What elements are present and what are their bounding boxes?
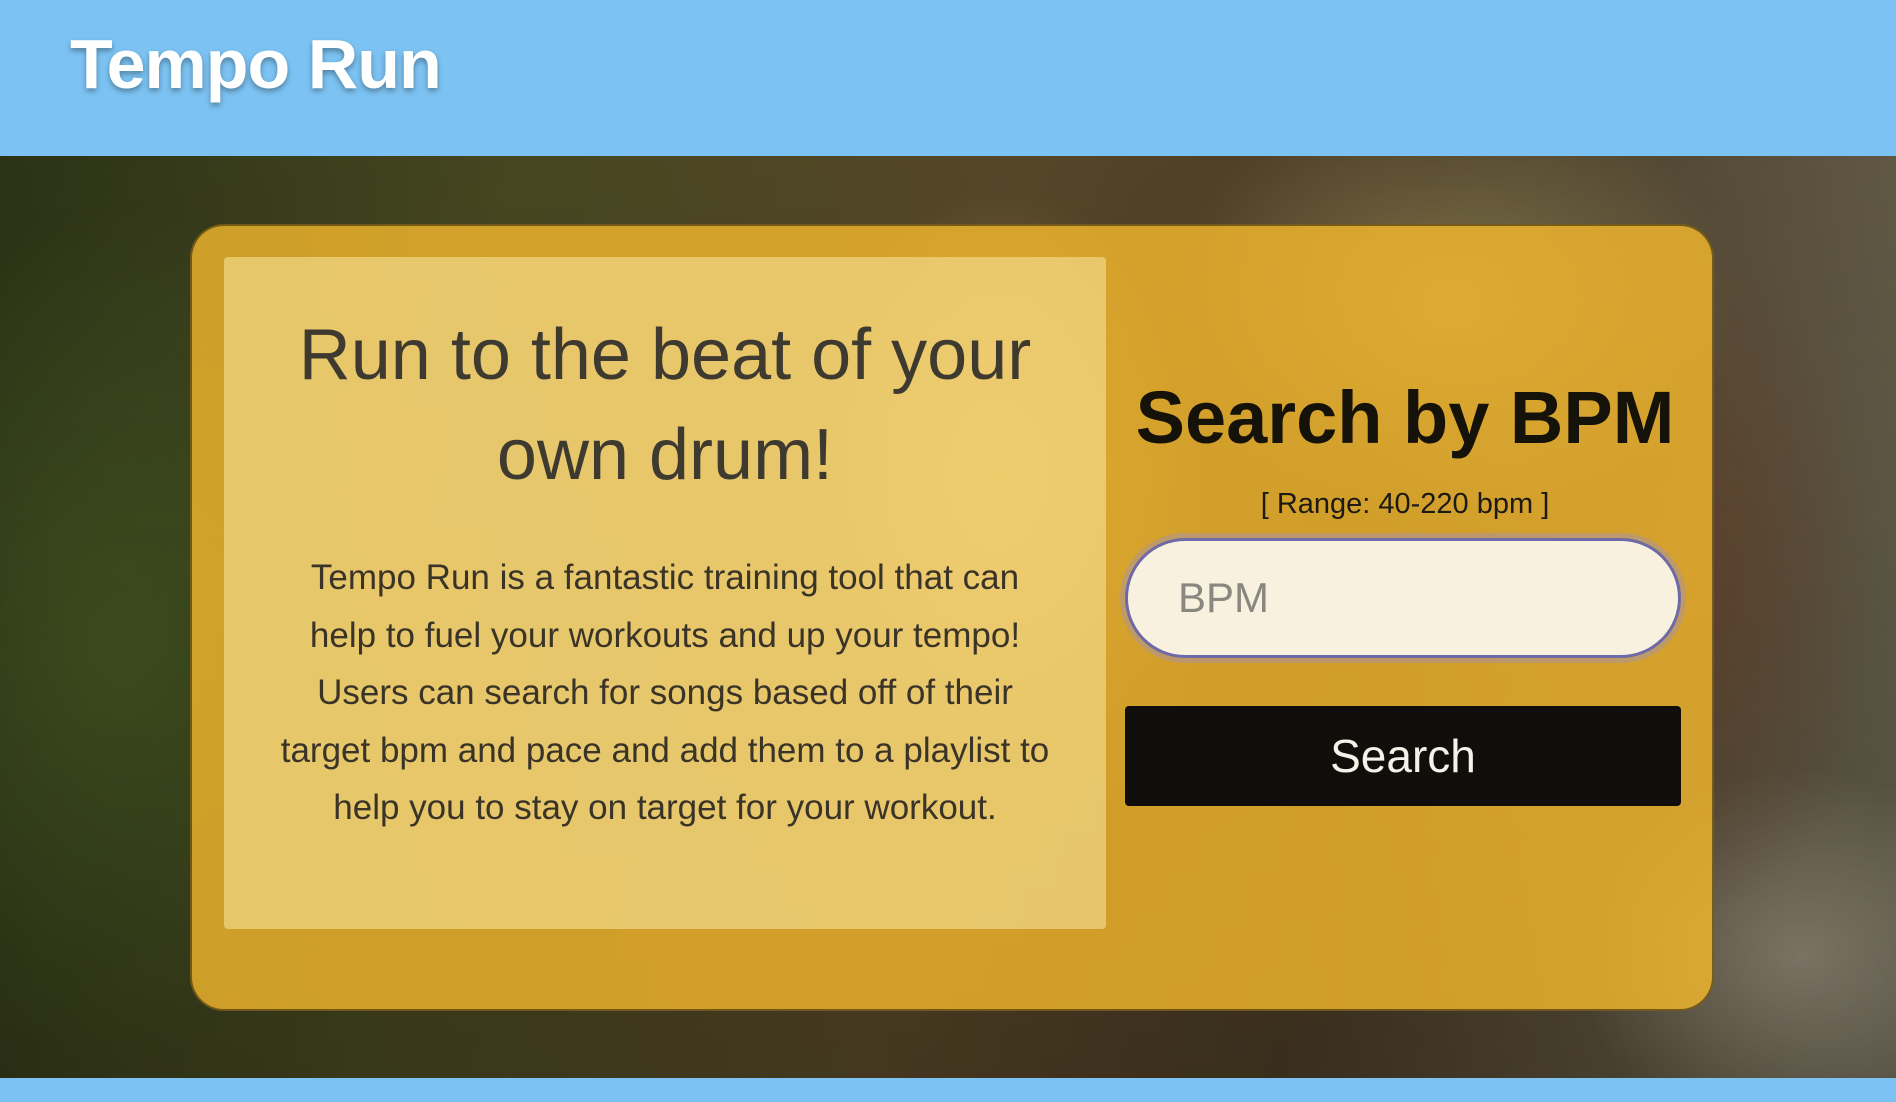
search-panel: Search by BPM [ Range: 40-220 bpm ] Sear…: [1125, 376, 1685, 806]
info-panel: Run to the beat of your own drum! Tempo …: [224, 257, 1106, 929]
search-button[interactable]: Search: [1125, 706, 1681, 806]
hero-description: Tempo Run is a fantastic training tool t…: [280, 558, 1050, 827]
hero-section: Run to the beat of your own drum! Tempo …: [0, 156, 1896, 1078]
hero-heading: Run to the beat of your own drum!: [298, 315, 1032, 495]
brand-logo-text[interactable]: Tempo Run: [70, 24, 442, 104]
bpm-input[interactable]: [1125, 538, 1681, 658]
top-navbar: Tempo Run: [0, 0, 1896, 156]
search-heading: Search by BPM: [1135, 376, 1675, 459]
footer-strip: [0, 1078, 1896, 1102]
hero-card: Run to the beat of your own drum! Tempo …: [190, 224, 1714, 1011]
bpm-range-label: [ Range: 40-220 bpm ]: [1260, 488, 1550, 520]
